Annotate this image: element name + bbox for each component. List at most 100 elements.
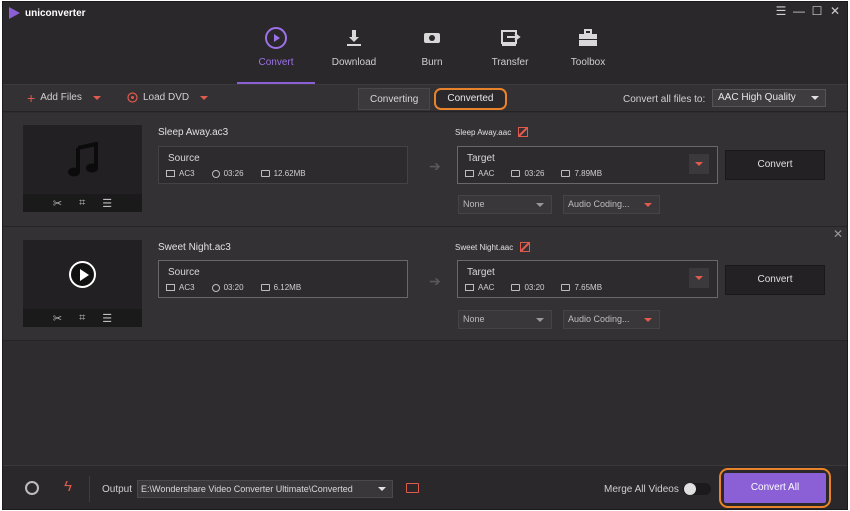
logo-icon bbox=[9, 7, 20, 19]
convert-all-button[interactable]: Convert All bbox=[724, 473, 826, 503]
convert-button[interactable]: Convert bbox=[725, 150, 825, 180]
target-size: 7.89MB bbox=[574, 169, 603, 178]
target-info[interactable]: Target AAC 03:20 7.65MB bbox=[457, 260, 718, 298]
menu-icon[interactable]: ☰ bbox=[775, 4, 787, 18]
thumbnail-preview bbox=[23, 125, 142, 194]
source-size: 12.62MB bbox=[273, 169, 306, 178]
tab-transfer-label: Transfer bbox=[491, 57, 529, 68]
file-thumbnail: ✂ ⌗ ☰ bbox=[23, 240, 142, 327]
alarm-icon[interactable] bbox=[25, 481, 39, 495]
arrow-right-icon: ➔ bbox=[429, 273, 441, 289]
target-label: Target bbox=[467, 267, 495, 278]
crop-icon[interactable]: ⌗ bbox=[79, 197, 85, 210]
tab-transfer[interactable]: Transfer bbox=[471, 22, 549, 84]
target-info[interactable]: Target AAC 03:26 7.89MB bbox=[457, 146, 718, 184]
output-path-value: E:\Wondershare Video Converter Ultimate\… bbox=[141, 484, 353, 494]
toolbar: + Add Files Load DVD Converting Converte… bbox=[3, 84, 847, 112]
target-label: Target bbox=[467, 153, 495, 164]
thumbnail-tools: ✂ ⌗ ☰ bbox=[23, 194, 142, 212]
app-title: uniconverter bbox=[25, 7, 86, 19]
app-logo: uniconverter bbox=[9, 7, 86, 19]
target-file-name: Sweet Night.aac bbox=[455, 242, 514, 252]
subtitle-select[interactable]: None bbox=[458, 310, 552, 329]
subtitle-select[interactable]: None bbox=[458, 195, 552, 214]
convert-all-highlight: Convert All bbox=[719, 468, 831, 508]
target-format: AAC bbox=[478, 169, 495, 178]
subtitle-value: None bbox=[463, 199, 485, 209]
source-format: AC3 bbox=[179, 169, 195, 178]
trim-icon[interactable]: ✂ bbox=[53, 312, 62, 325]
open-folder-icon[interactable] bbox=[406, 483, 419, 493]
add-files-label: Add Files bbox=[40, 92, 82, 103]
output-format-select[interactable]: AAC High Quality bbox=[712, 89, 826, 107]
status-tabs: Converting Converted bbox=[358, 88, 507, 110]
load-dvd-button[interactable]: Load DVD bbox=[127, 92, 209, 103]
folder-icon bbox=[260, 284, 270, 291]
window-controls: ☰ — ☐ ✕ bbox=[775, 4, 841, 18]
crop-icon[interactable]: ⌗ bbox=[79, 312, 85, 325]
source-label: Source bbox=[168, 153, 200, 164]
bolt-icon[interactable]: ϟ bbox=[64, 478, 72, 495]
chevron-down-icon[interactable] bbox=[92, 95, 101, 100]
tab-convert[interactable]: Convert bbox=[237, 22, 315, 84]
source-duration: 03:26 bbox=[223, 169, 244, 178]
play-icon[interactable] bbox=[69, 261, 96, 288]
target-meta: AAC 03:26 7.89MB bbox=[465, 169, 619, 178]
tab-burn-label: Burn bbox=[421, 57, 443, 68]
folder-icon bbox=[511, 284, 521, 291]
film-icon bbox=[465, 170, 474, 177]
target-file-name: Sleep Away.aac bbox=[455, 127, 512, 137]
effects-icon[interactable]: ☰ bbox=[102, 312, 112, 325]
add-files-button[interactable]: + Add Files bbox=[27, 91, 101, 105]
tab-converting[interactable]: Converting bbox=[358, 88, 431, 110]
film-icon bbox=[166, 284, 175, 291]
source-format: AC3 bbox=[179, 283, 195, 292]
music-note-icon bbox=[67, 141, 98, 176]
merge-toggle[interactable] bbox=[683, 483, 711, 495]
film-icon bbox=[465, 284, 474, 291]
tab-download[interactable]: Download bbox=[315, 22, 393, 84]
target-settings-dropdown[interactable] bbox=[689, 268, 709, 288]
transfer-icon bbox=[497, 25, 523, 51]
audio-track-select[interactable]: Audio Coding... bbox=[563, 195, 660, 214]
audio-track-select[interactable]: Audio Coding... bbox=[563, 310, 660, 329]
output-format-value: AAC High Quality bbox=[718, 92, 796, 103]
burn-icon bbox=[419, 25, 445, 51]
minimize-icon[interactable]: — bbox=[793, 4, 805, 18]
thumbnail-preview bbox=[23, 240, 142, 309]
target-settings-dropdown[interactable] bbox=[689, 154, 709, 174]
tab-converted[interactable]: Converted bbox=[434, 88, 507, 110]
target-file-name-row: Sweet Night.aac bbox=[455, 242, 531, 252]
chevron-down-icon bbox=[378, 487, 386, 491]
tab-toolbox[interactable]: Toolbox bbox=[549, 22, 627, 84]
convert-icon bbox=[263, 25, 289, 51]
output-label: Output bbox=[102, 484, 133, 495]
tab-download-label: Download bbox=[331, 57, 377, 68]
close-icon[interactable]: ✕ bbox=[829, 4, 841, 18]
folder-icon bbox=[561, 284, 571, 291]
target-duration: 03:20 bbox=[524, 283, 545, 292]
close-icon[interactable]: ✕ bbox=[833, 227, 843, 241]
chevron-down-icon bbox=[644, 203, 652, 207]
file-row: ✂ ⌗ ☰ Sleep Away.ac3 Source AC3 03:26 12… bbox=[3, 113, 847, 227]
source-info: Source AC3 03:20 6.12MB bbox=[158, 260, 408, 298]
edit-icon[interactable] bbox=[518, 127, 529, 137]
source-file-name: Sleep Away.ac3 bbox=[158, 127, 229, 138]
maximize-icon[interactable]: ☐ bbox=[811, 4, 823, 18]
effects-icon[interactable]: ☰ bbox=[102, 197, 112, 210]
source-file-name: Sweet Night.ac3 bbox=[158, 242, 231, 253]
edit-icon[interactable] bbox=[520, 242, 531, 252]
source-duration: 03:20 bbox=[223, 283, 244, 292]
chevron-down-icon[interactable] bbox=[200, 95, 209, 100]
source-info: Source AC3 03:26 12.62MB bbox=[158, 146, 408, 184]
film-icon bbox=[166, 170, 175, 177]
target-duration: 03:26 bbox=[524, 169, 545, 178]
target-size: 7.65MB bbox=[574, 283, 603, 292]
app-window: uniconverter ☰ — ☐ ✕ Convert Download Bu… bbox=[2, 1, 848, 510]
clock-icon bbox=[211, 169, 220, 178]
trim-icon[interactable]: ✂ bbox=[53, 197, 62, 210]
output-path-select[interactable]: E:\Wondershare Video Converter Ultimate\… bbox=[137, 480, 393, 498]
convert-all-to-label: Convert all files to: bbox=[623, 94, 706, 105]
convert-button[interactable]: Convert bbox=[725, 265, 825, 295]
tab-burn[interactable]: Burn bbox=[393, 22, 471, 84]
